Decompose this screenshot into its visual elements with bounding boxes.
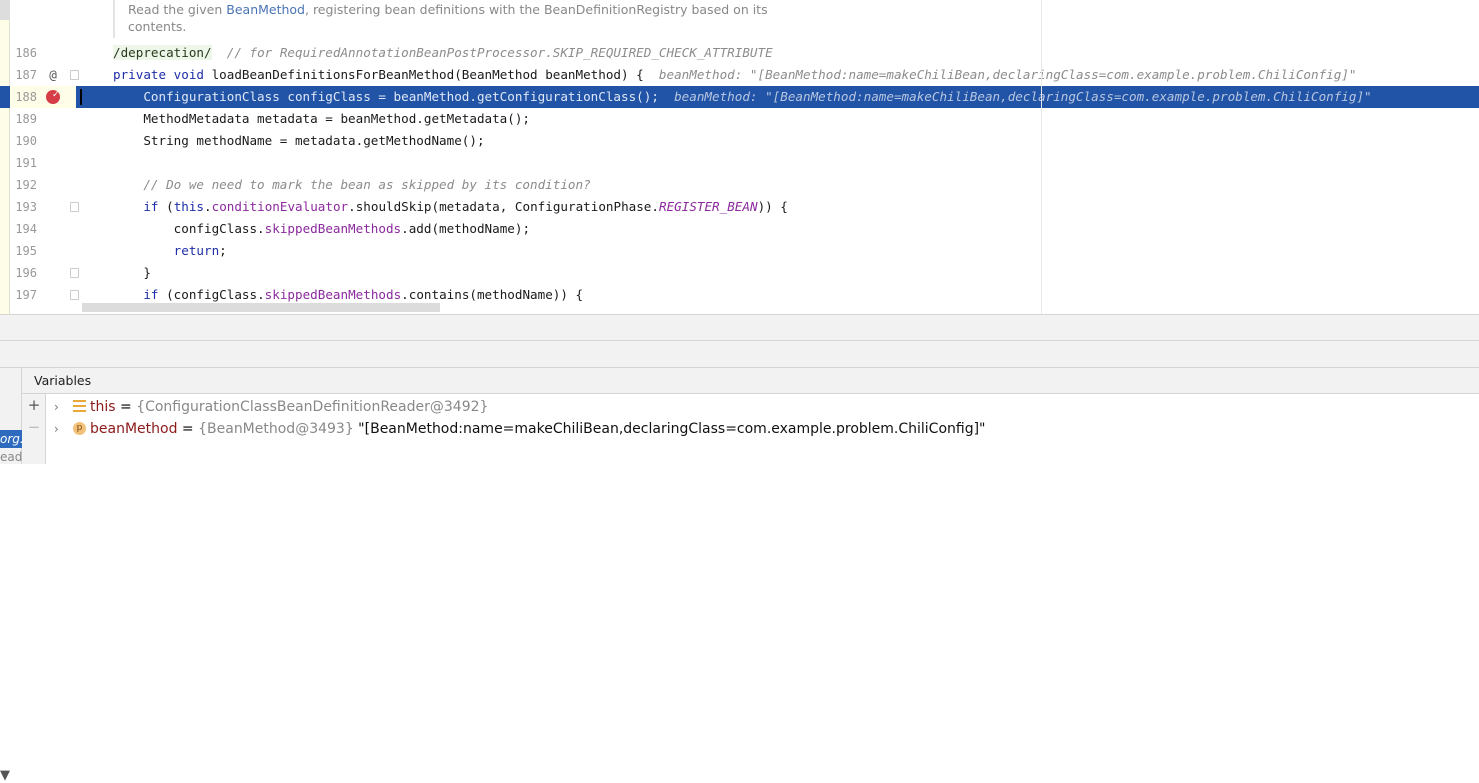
current-execution-line[interactable]: 188 ConfigurationClass configClass = bea… (0, 84, 1479, 108)
code-token: this (173, 199, 205, 214)
frame-item[interactable]: eade (0, 450, 22, 464)
code-token: /deprecation/ (113, 45, 212, 60)
frame-item-selected[interactable]: org. (0, 430, 22, 448)
fold-icon[interactable] (70, 70, 79, 80)
stack-icon (73, 400, 86, 413)
code-token: ; (219, 243, 227, 258)
variable-type: {BeanMethod@3493} (198, 421, 354, 437)
code-token: return (173, 243, 220, 258)
line-number: 192 (15, 178, 37, 192)
code-line[interactable]: 192 // Do we need to mark the bean as sk… (0, 174, 1479, 196)
fold-icon[interactable] (70, 268, 79, 278)
expand-icon[interactable]: › (54, 396, 59, 418)
remove-watch-button[interactable]: − (27, 418, 41, 436)
code-token: configClass. (113, 221, 265, 236)
code-token: // Do we need to mark the bean as skippe… (113, 177, 591, 192)
line-number: 188 (15, 90, 37, 104)
line-number: 194 (15, 222, 37, 236)
code-line[interactable]: 190 String methodName = metadata.getMeth… (0, 130, 1479, 152)
code-token: MethodMetadata metadata = beanMethod.get… (113, 111, 531, 126)
implements-at-icon[interactable]: @ (45, 64, 61, 86)
horizontal-scrollbar[interactable] (82, 303, 440, 312)
code-line[interactable]: 191 (0, 152, 1479, 174)
code-line[interactable]: 195 return; (0, 240, 1479, 262)
line-number: 186 (15, 46, 37, 60)
fold-icon[interactable] (70, 290, 79, 300)
code-line[interactable]: 194 configClass.skippedBeanMethods.add(m… (0, 218, 1479, 240)
code-line[interactable]: 189 MethodMetadata metadata = beanMethod… (0, 108, 1479, 130)
code-token: ( (166, 199, 174, 214)
line-number: 191 (15, 156, 37, 170)
code-token: .contains(methodName)) { (401, 287, 584, 302)
code-token: if (143, 199, 167, 214)
code-token: beanMethod: "[BeanMethod:name=makeChiliB… (658, 89, 1372, 104)
code-token: .add(methodName); (401, 221, 531, 236)
parameter-icon: p (73, 422, 86, 435)
code-token: )) { (757, 199, 788, 214)
right-margin-guide (1041, 0, 1042, 314)
variables-header: Variables (22, 368, 1479, 394)
code-token: // for RequiredAnnotationBeanPostProcess… (211, 45, 773, 60)
code-line[interactable]: 187 @ private void loadBeanDefinitionsForB… (0, 64, 1479, 86)
code-editor[interactable]: Read the given BeanMethod, registering b… (0, 0, 1479, 314)
code-line[interactable]: 186/deprecation/ // for RequiredAnnotati… (0, 42, 1479, 64)
line-number: 195 (15, 244, 37, 258)
code-token: ConfigurationClass configClass = beanMet… (113, 89, 659, 104)
filter-icon[interactable]: ▼ (0, 768, 10, 783)
add-watch-button[interactable]: + (27, 396, 41, 414)
fold-icon[interactable] (70, 202, 79, 212)
code-line[interactable]: 196 } (0, 262, 1479, 284)
doc-link[interactable]: BeanMethod (226, 2, 305, 17)
variable-name: this (90, 399, 116, 415)
code-token: (configClass. (166, 287, 265, 302)
code-token: . (204, 199, 212, 214)
equals-sign: = (115, 399, 137, 415)
equals-sign: = (177, 421, 199, 437)
variable-type: {ConfigurationClassBeanDefinitionReader@… (136, 399, 489, 415)
doc-text: Read the given (128, 2, 227, 17)
code-token: skippedBeanMethods (264, 287, 402, 302)
variables-toolbar: + − (22, 394, 46, 464)
code-token: conditionEvaluator (211, 199, 349, 214)
code-token: loadBeanDefinitionsForBeanMethod(BeanMet… (211, 67, 644, 82)
javadoc-render: Read the given BeanMethod, registering b… (113, 0, 813, 38)
line-number: 196 (15, 266, 37, 280)
code-token: skippedBeanMethods (264, 221, 402, 236)
expand-icon[interactable]: › (54, 418, 59, 440)
line-number: 197 (15, 288, 37, 302)
debug-toolbar (0, 314, 1479, 341)
variable-name: beanMethod (90, 421, 178, 437)
doc-text: , registering bean definitions with the … (305, 2, 768, 17)
doc-text: contents. (128, 19, 187, 34)
code-token: beanMethod: "[BeanMethod:name=makeChiliB… (643, 67, 1357, 82)
line-number: 187 (15, 68, 37, 82)
code-token: if (143, 287, 167, 302)
frames-panel: ▼ org. eade (0, 368, 22, 783)
text-caret (80, 89, 82, 105)
line-number: 189 (15, 112, 37, 126)
breakpoint-icon[interactable] (46, 84, 60, 106)
code-token: private void (113, 67, 212, 82)
line-number: 190 (15, 134, 37, 148)
variables-tree: › this = {ConfigurationClassBeanDefiniti… (47, 394, 1479, 464)
code-line[interactable]: 193 if (this.conditionEvaluator.shouldSk… (0, 196, 1479, 218)
debug-tabs-bar (0, 341, 1479, 368)
variable-value: "[BeanMethod:name=makeChiliBean,declarin… (353, 421, 986, 437)
code-token: .shouldSkip(metadata, ConfigurationPhase… (348, 199, 659, 214)
code-token: String methodName = metadata.getMethodNa… (113, 133, 485, 148)
code-token: } (113, 265, 151, 280)
code-token: REGISTER_BEAN (658, 199, 758, 214)
line-number: 193 (15, 200, 37, 214)
